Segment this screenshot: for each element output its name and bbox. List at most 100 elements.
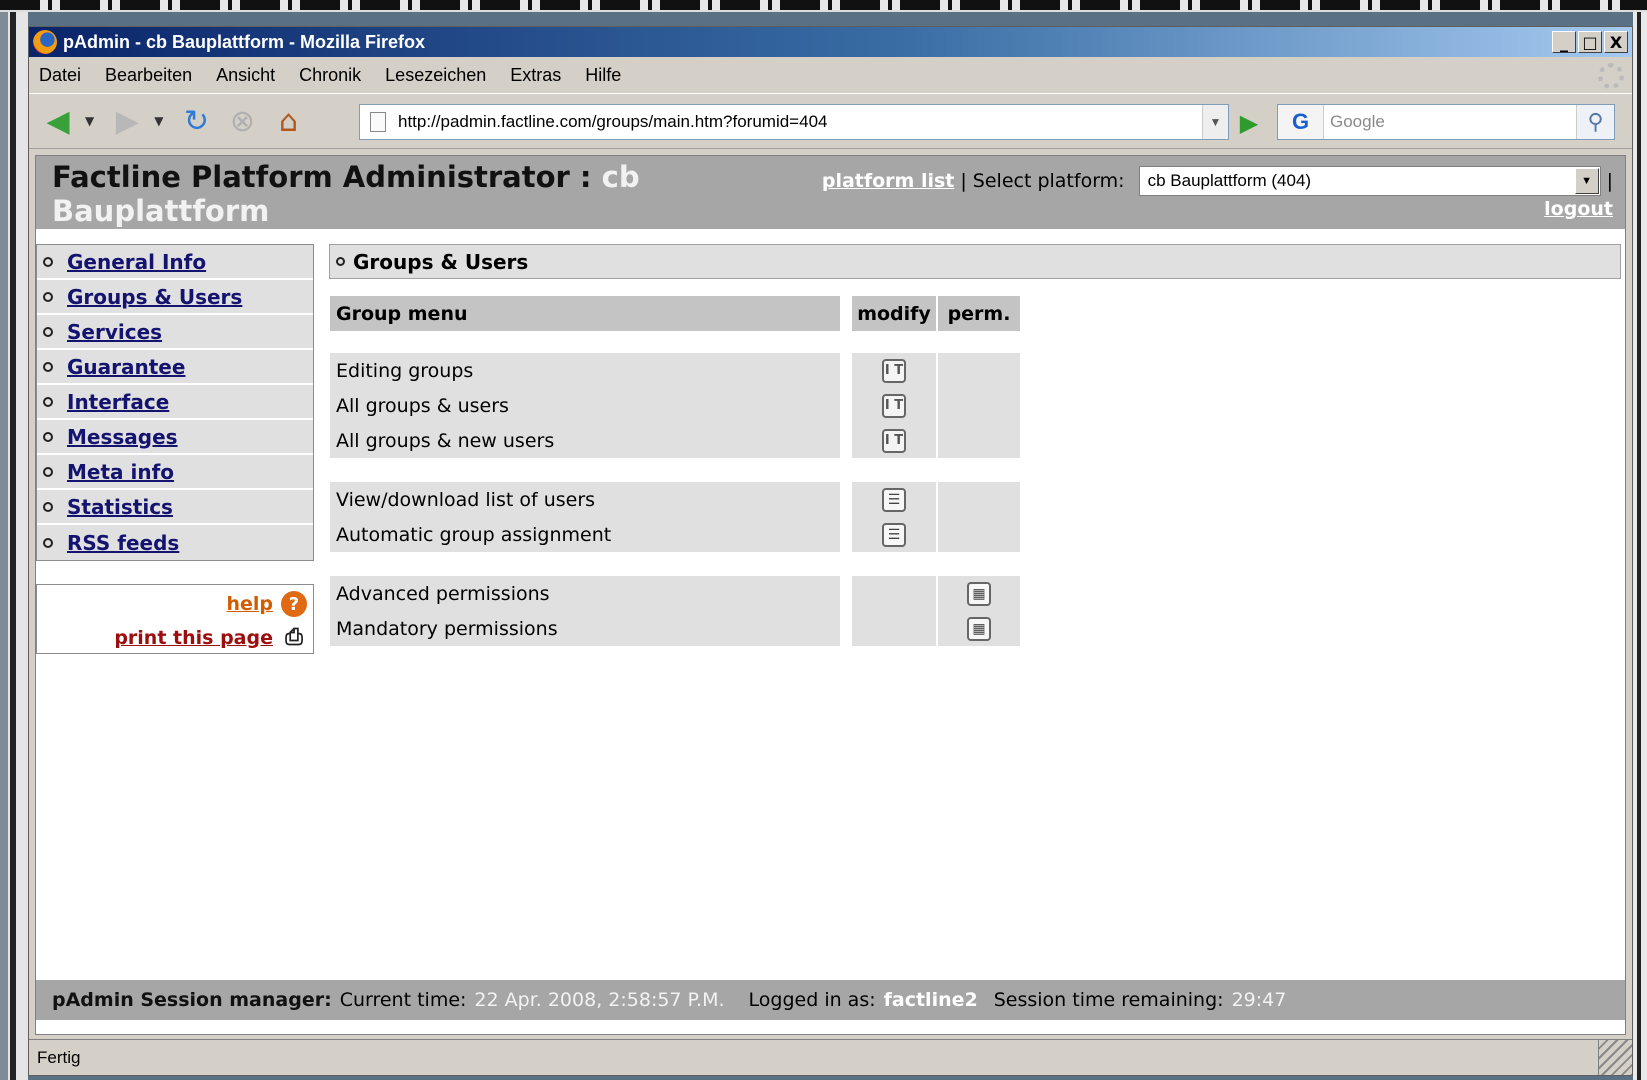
home-icon[interactable]: ⌂ bbox=[269, 102, 307, 140]
menu-ansicht[interactable]: Ansicht bbox=[216, 65, 275, 86]
resize-grip-icon[interactable] bbox=[1598, 1040, 1632, 1075]
session-remaining-value: 29:47 bbox=[1231, 989, 1287, 1011]
sidebar-item-interface[interactable]: Interface bbox=[37, 385, 313, 420]
table-row: Automatic group assignment ☰ bbox=[330, 517, 1020, 552]
firefox-logo-icon bbox=[33, 30, 57, 54]
back-arrow-icon[interactable]: ◀ bbox=[39, 102, 77, 140]
printer-icon[interactable]: ⎙ bbox=[281, 625, 307, 650]
header-separator: | bbox=[960, 170, 967, 192]
sidebar-item-label[interactable]: Groups & Users bbox=[67, 285, 242, 309]
header-separator-end: | bbox=[1606, 170, 1613, 192]
stop-icon[interactable]: ⊗ bbox=[223, 102, 261, 140]
sidebar-item-meta-info[interactable]: Meta info bbox=[37, 455, 313, 490]
table-row: All groups & new users I T bbox=[330, 423, 1020, 458]
menu-extras[interactable]: Extras bbox=[510, 65, 561, 86]
forward-arrow-icon[interactable]: ▶ bbox=[108, 102, 146, 140]
permissions-grid-icon[interactable]: ▦ bbox=[967, 616, 991, 641]
sidebar-item-label[interactable]: Services bbox=[67, 320, 162, 344]
search-engine-icon[interactable]: G bbox=[1278, 105, 1324, 139]
padmin-header: Factline Platform Administrator : cb Bau… bbox=[36, 156, 1625, 231]
menu-hilfe[interactable]: Hilfe bbox=[585, 65, 621, 86]
menu-datei[interactable]: Datei bbox=[39, 65, 81, 86]
go-icon[interactable]: ▶ bbox=[1234, 108, 1264, 138]
modify-cell: I T bbox=[852, 353, 936, 388]
perm-cell: ▦ bbox=[938, 611, 1020, 646]
platform-list-link[interactable]: platform list bbox=[822, 170, 955, 192]
forward-history-dropdown-icon[interactable]: ▼ bbox=[154, 114, 163, 128]
address-dropdown-icon[interactable]: ▼ bbox=[1202, 105, 1228, 139]
sidebar-item-rss-feeds[interactable]: RSS feeds bbox=[37, 525, 313, 560]
menu-lesezeichen[interactable]: Lesezeichen bbox=[385, 65, 486, 86]
bullet-icon bbox=[336, 257, 345, 266]
row-label: Mandatory permissions bbox=[330, 611, 840, 646]
reload-icon[interactable]: ↻ bbox=[177, 102, 215, 140]
sidebar-item-label[interactable]: Interface bbox=[67, 390, 169, 414]
list-icon[interactable]: ☰ bbox=[882, 487, 906, 512]
bullet-icon bbox=[43, 326, 53, 337]
sidebar-item-label[interactable]: General Info bbox=[67, 250, 206, 274]
sidebar-item-services[interactable]: Services bbox=[37, 315, 313, 350]
modify-icon[interactable]: I T bbox=[882, 358, 906, 383]
perm-cell bbox=[938, 353, 1020, 388]
column-header-name: Group menu bbox=[330, 296, 840, 331]
menu-chronik[interactable]: Chronik bbox=[299, 65, 361, 86]
current-time-label: Current time: bbox=[339, 989, 467, 1011]
modify-icon[interactable]: I T bbox=[882, 428, 906, 453]
platform-select[interactable]: cb Bauplattform (404) ▼ bbox=[1138, 166, 1601, 196]
sidebar-item-messages[interactable]: Messages bbox=[37, 420, 313, 455]
perm-cell bbox=[938, 517, 1020, 552]
help-icon[interactable]: ? bbox=[281, 591, 307, 617]
column-header-perm: perm. bbox=[938, 296, 1020, 331]
platform-select-value: cb Bauplattform (404) bbox=[1147, 171, 1312, 190]
search-bar[interactable]: G Google ⚲ bbox=[1277, 104, 1615, 140]
help-link[interactable]: help bbox=[226, 593, 273, 615]
menu-bar: Datei Bearbeiten Ansicht Chronik Lesezei… bbox=[29, 57, 1632, 93]
page-title-prefix: Factline Platform Administrator : bbox=[52, 160, 602, 194]
browser-window: pAdmin - cb Bauplattform - Mozilla Firef… bbox=[28, 26, 1633, 1076]
sidebar-nav: General Info Groups & Users Services Gua… bbox=[36, 244, 314, 561]
sidebar-item-groups-users[interactable]: Groups & Users bbox=[37, 280, 313, 315]
minimize-button[interactable]: _ bbox=[1552, 31, 1576, 53]
bullet-icon bbox=[43, 466, 53, 477]
table-row: View/download list of users ☰ bbox=[330, 482, 1020, 517]
list-icon[interactable]: ☰ bbox=[882, 522, 906, 547]
address-input[interactable]: http://padmin.factline.com/groups/main.h… bbox=[398, 112, 1202, 132]
column-header-modify: modify bbox=[852, 296, 936, 331]
help-row: help ? bbox=[226, 591, 307, 617]
row-label: Editing groups bbox=[330, 353, 840, 388]
row-label: All groups & users bbox=[330, 388, 840, 423]
close-button[interactable]: X bbox=[1604, 31, 1628, 53]
perm-cell: ▦ bbox=[938, 576, 1020, 611]
print-page-link[interactable]: print this page bbox=[114, 627, 273, 649]
section-title: Groups & Users bbox=[353, 249, 529, 274]
session-footer: pAdmin Session manager: Current time: 22… bbox=[36, 980, 1625, 1020]
chevron-down-icon[interactable]: ▼ bbox=[1574, 168, 1599, 194]
permissions-grid-icon[interactable]: ▦ bbox=[967, 581, 991, 606]
address-bar[interactable]: http://padmin.factline.com/groups/main.h… bbox=[359, 104, 1229, 140]
window-titlebar[interactable]: pAdmin - cb Bauplattform - Mozilla Firef… bbox=[29, 27, 1632, 57]
sidebar-item-label[interactable]: Meta info bbox=[67, 460, 174, 484]
magnifier-icon[interactable]: ⚲ bbox=[1576, 105, 1614, 139]
menu-bearbeiten[interactable]: Bearbeiten bbox=[105, 65, 192, 86]
modify-cell bbox=[852, 611, 936, 646]
row-label: View/download list of users bbox=[330, 482, 840, 517]
modify-cell: I T bbox=[852, 423, 936, 458]
sidebar-item-label[interactable]: Guarantee bbox=[67, 355, 185, 379]
bullet-icon bbox=[43, 291, 53, 302]
desktop-background-left bbox=[0, 12, 28, 1080]
search-input[interactable]: Google bbox=[1324, 112, 1576, 132]
bullet-icon bbox=[43, 361, 53, 372]
modify-icon[interactable]: I T bbox=[882, 393, 906, 418]
back-history-dropdown-icon[interactable]: ▼ bbox=[85, 114, 94, 128]
bullet-icon bbox=[43, 501, 53, 512]
sidebar-item-label[interactable]: Statistics bbox=[67, 495, 173, 519]
maximize-button[interactable]: □ bbox=[1578, 31, 1602, 53]
logout-link[interactable]: logout bbox=[1544, 198, 1613, 220]
sidebar-item-guarantee[interactable]: Guarantee bbox=[37, 350, 313, 385]
sidebar-item-statistics[interactable]: Statistics bbox=[37, 490, 313, 525]
sidebar-item-label[interactable]: RSS feeds bbox=[67, 531, 179, 555]
print-row: print this page ⎙ bbox=[114, 625, 307, 650]
table-header: Group menu modify perm. bbox=[330, 296, 1020, 331]
sidebar-item-label[interactable]: Messages bbox=[67, 425, 178, 449]
sidebar-item-general-info[interactable]: General Info bbox=[37, 245, 313, 280]
